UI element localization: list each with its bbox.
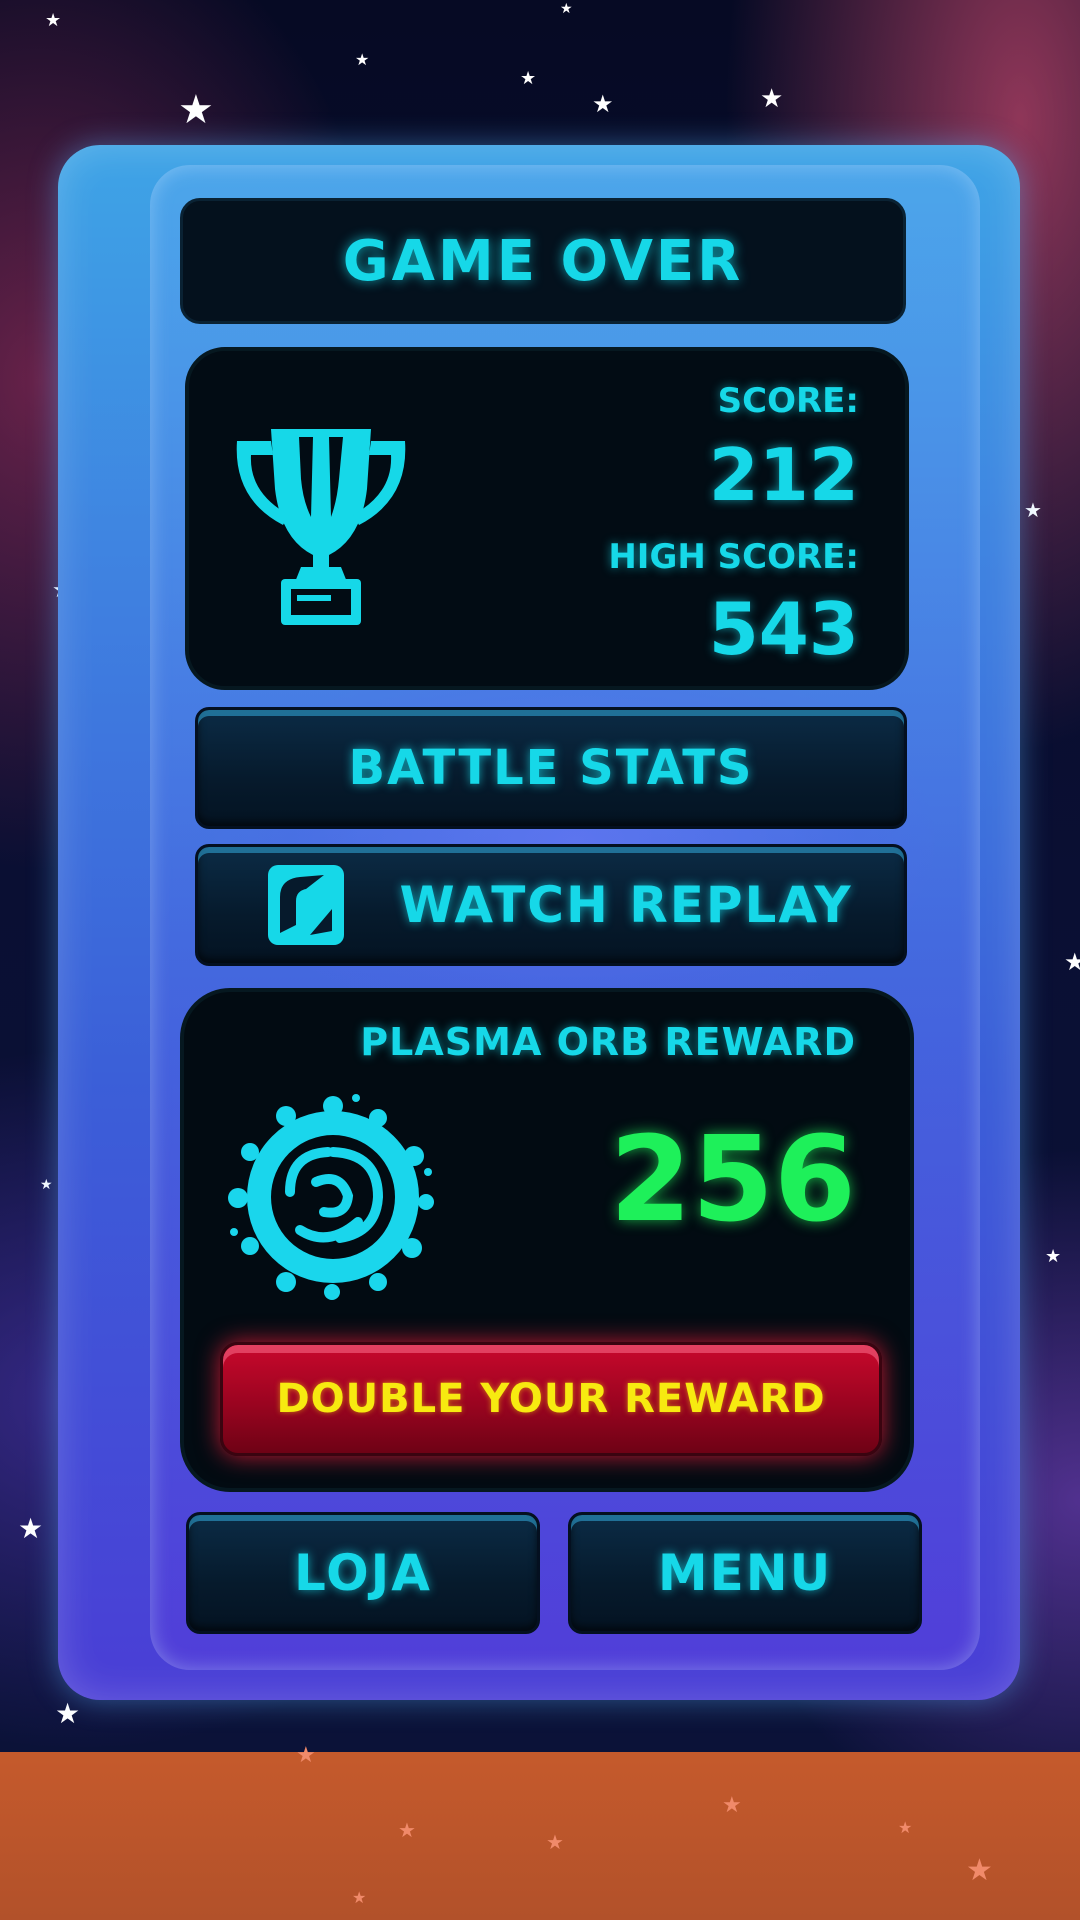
page-title: GAME OVER xyxy=(342,228,744,294)
star-icon: ★ xyxy=(520,68,537,89)
reward-label: PLASMA ORB REWARD xyxy=(360,1020,856,1064)
title-banner: GAME OVER xyxy=(180,198,906,324)
star-icon: ★ xyxy=(546,1830,564,1854)
score-value: 212 xyxy=(708,433,859,517)
score-label: SCORE: xyxy=(717,381,859,421)
star-icon: ★ xyxy=(592,90,614,118)
shop-label: LOJA xyxy=(294,1544,432,1602)
reward-value: 256 xyxy=(609,1110,856,1248)
star-icon: ★ xyxy=(40,1177,53,1193)
star-icon: ★ xyxy=(355,50,370,69)
double-reward-button[interactable]: DOUBLE YOUR REWARD xyxy=(220,1342,882,1456)
star-icon: ★ xyxy=(760,84,784,114)
star-icon: ★ xyxy=(1045,1246,1062,1267)
replay-icon xyxy=(268,865,344,945)
star-icon: ★ xyxy=(1024,498,1042,522)
star-icon: ★ xyxy=(1064,948,1080,976)
watch-replay-button[interactable]: WATCH REPLAY xyxy=(195,844,907,966)
star-icon: ★ xyxy=(966,1853,993,1888)
score-card: SCORE: 212 HIGH SCORE: 543 xyxy=(185,347,909,690)
star-icon: ★ xyxy=(722,1793,742,1818)
star-icon: ★ xyxy=(55,1697,81,1730)
star-icon: ★ xyxy=(18,1512,44,1545)
star-icon: ★ xyxy=(398,1818,416,1842)
battle-stats-button[interactable]: BATTLE STATS xyxy=(195,707,907,829)
menu-label: MENU xyxy=(657,1544,833,1602)
star-icon: ★ xyxy=(560,1,573,17)
watch-replay-label: WATCH REPLAY xyxy=(399,876,853,934)
high-score-label: HIGH SCORE: xyxy=(608,537,859,577)
reward-card: PLASMA ORB REWARD 256 DOUBLE YOUR REWARD xyxy=(180,988,914,1492)
menu-button[interactable]: MENU xyxy=(568,1512,922,1634)
battle-stats-label: BATTLE STATS xyxy=(348,740,754,796)
high-score-value: 543 xyxy=(708,587,859,671)
star-icon: ★ xyxy=(296,1743,316,1768)
shop-button[interactable]: LOJA xyxy=(186,1512,540,1634)
star-icon: ★ xyxy=(898,1818,913,1837)
star-icon: ★ xyxy=(178,87,214,133)
double-reward-label: DOUBLE YOUR REWARD xyxy=(276,1376,826,1422)
trophy-icon xyxy=(236,429,406,625)
planet-ground xyxy=(0,1752,1080,1920)
star-icon: ★ xyxy=(45,10,62,31)
star-icon: ★ xyxy=(352,1888,367,1907)
plasma-orb-icon xyxy=(228,1094,434,1300)
